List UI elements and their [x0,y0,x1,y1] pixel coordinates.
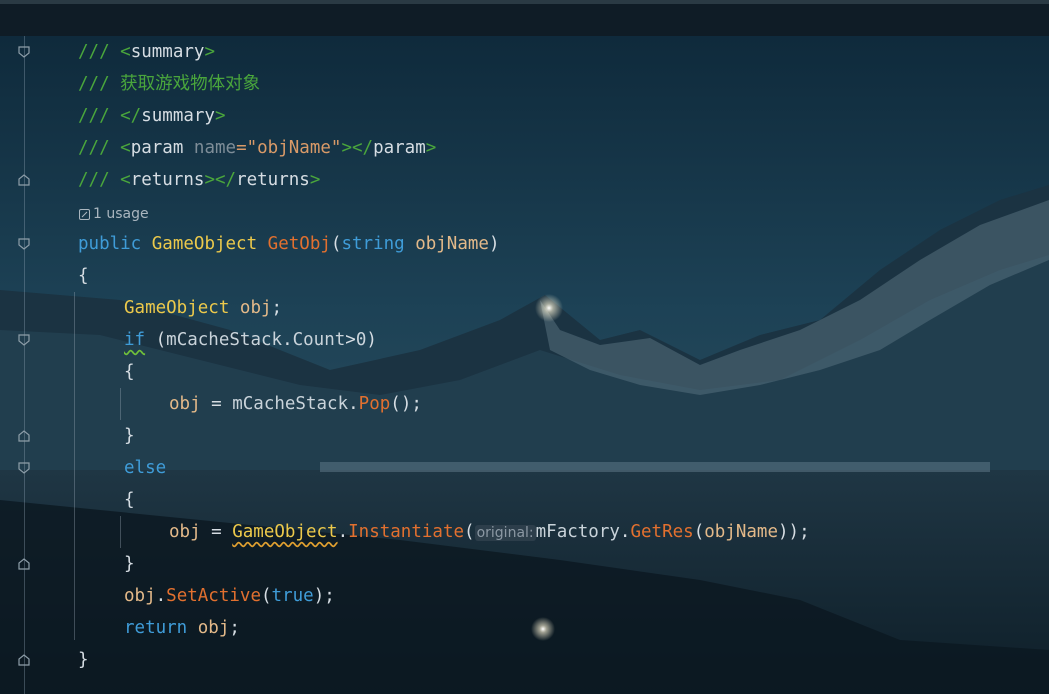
fold-end-icon[interactable] [17,429,31,443]
usage-hint-label: 1 usage [93,206,149,222]
code-line: /// 获取游戏物体对象 [78,74,261,94]
code-line: } [124,554,135,574]
code-line: public GameObject GetObj(string objName) [78,234,500,254]
code-line: { [124,490,135,510]
external-link-icon [79,208,90,220]
indent-guide [74,292,75,640]
gutter-divider [24,36,25,694]
fold-end-icon[interactable] [17,173,31,187]
code-line: GameObject obj; [124,298,283,318]
fold-start-icon[interactable] [17,333,31,347]
fold-end-icon[interactable] [17,557,31,571]
indent-guide [120,516,121,548]
parameter-hint: original: [474,525,536,541]
fold-end-icon[interactable] [17,653,31,667]
code-line: } [78,650,89,670]
code-line: /// <returns></returns> [78,170,321,190]
editor-top-bar [0,0,1049,36]
code-line: if (mCacheStack.Count>0) [124,330,377,350]
code-line: /// <param name="objName"></param> [78,138,437,158]
fold-start-icon[interactable] [17,461,31,475]
code-line: obj = GameObject.Instantiate(original: mF… [169,522,810,542]
code-line: { [124,362,135,382]
code-line: } [124,426,135,446]
usage-hint[interactable]: 1 usage [79,204,149,224]
code-line: /// <summary> [78,42,215,62]
code-line: obj = mCacheStack.Pop(); [169,394,422,414]
fold-start-icon[interactable] [17,45,31,59]
code-line: return obj; [124,618,240,638]
code-line: obj.SetActive(true); [124,586,335,606]
code-line: else [124,458,167,478]
code-line: { [78,266,89,286]
code-line: /// </summary> [78,106,226,126]
indent-guide [120,388,121,420]
fold-start-icon[interactable] [17,237,31,251]
